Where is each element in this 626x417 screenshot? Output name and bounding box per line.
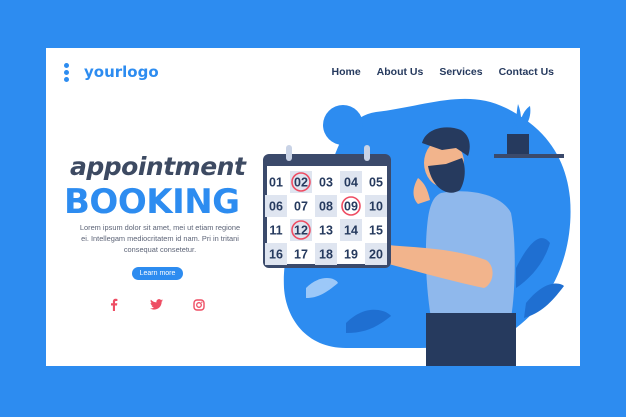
calendar-day[interactable]: 02 bbox=[294, 176, 308, 190]
calendar-day[interactable]: 17 bbox=[294, 248, 308, 262]
calendar-day[interactable]: 04 bbox=[344, 176, 358, 190]
instagram-icon[interactable] bbox=[193, 298, 205, 311]
twitter-icon[interactable] bbox=[149, 299, 163, 310]
learn-more-button[interactable]: Learn more bbox=[132, 267, 183, 280]
calendar-day[interactable]: 13 bbox=[319, 224, 333, 238]
calendar-day[interactable]: 15 bbox=[369, 224, 383, 238]
calendar-ring bbox=[286, 145, 292, 161]
calendar-day[interactable]: 09 bbox=[344, 200, 358, 214]
calendar-day[interactable]: 07 bbox=[294, 200, 308, 214]
calendar-day[interactable]: 14 bbox=[344, 224, 358, 238]
social-links bbox=[109, 298, 205, 311]
calendar-day[interactable]: 12 bbox=[294, 224, 308, 238]
calendar-day[interactable]: 05 bbox=[369, 176, 383, 190]
calendar-day[interactable]: 08 bbox=[319, 200, 333, 214]
hero-description-line: Lorem ipsum dolor sit amet, mei ut etiam… bbox=[79, 223, 241, 232]
calendar-day[interactable]: 10 bbox=[369, 200, 383, 214]
hero-title-line2: BOOKING bbox=[64, 182, 240, 222]
calendar-ring bbox=[364, 145, 370, 161]
landing-card: yourlogo Home About Us Services Contact … bbox=[46, 48, 580, 366]
calendar-day[interactable]: 16 bbox=[269, 248, 283, 262]
facebook-icon[interactable] bbox=[109, 298, 119, 311]
hero-description: Lorem ipsum dolor sit amet, mei ut etiam… bbox=[72, 222, 248, 255]
calendar-day[interactable]: 19 bbox=[344, 248, 358, 262]
calendar-day[interactable]: 18 bbox=[319, 248, 333, 262]
hero-title-line1: appointment bbox=[70, 152, 246, 181]
calendar-day[interactable]: 06 bbox=[269, 200, 283, 214]
calendar-day[interactable]: 11 bbox=[269, 224, 282, 238]
calendar-day[interactable]: 01 bbox=[269, 176, 283, 190]
calendar-day[interactable]: 03 bbox=[319, 176, 333, 190]
hero-description-line: consequat consetetur. bbox=[123, 245, 197, 254]
calendar-day[interactable]: 20 bbox=[369, 248, 383, 262]
hero-description-line: ei. Intellegam mediocritatem id nam. Pri… bbox=[81, 234, 239, 243]
